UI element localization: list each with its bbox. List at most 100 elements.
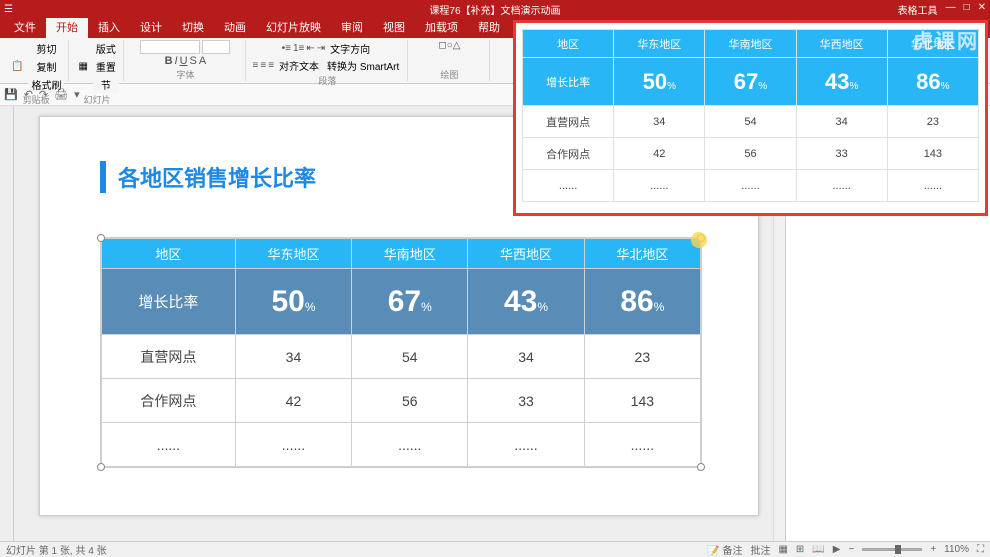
bullets-button[interactable]: •≡ — [282, 43, 291, 54]
indent-dec-button[interactable]: ⇤ — [306, 43, 314, 54]
font-color-button[interactable]: A — [199, 55, 206, 67]
cell[interactable]: 33 — [468, 379, 584, 423]
window-close-icon[interactable]: ✕ — [978, 2, 986, 17]
th-west[interactable]: 华西地区 — [468, 239, 584, 269]
window-min-icon[interactable]: — — [946, 2, 956, 17]
slide-counter[interactable]: 幻灯片 第 1 张, 共 4 张 — [6, 542, 107, 557]
cell-direct-label[interactable]: 直营网点 — [102, 335, 236, 379]
th: 地区 — [523, 30, 614, 58]
copy-button[interactable]: 复制 — [28, 58, 64, 75]
align-left-button[interactable]: ≡ — [253, 60, 259, 71]
cell[interactable]: ...... — [235, 423, 351, 467]
numbering-button[interactable]: 1≡ — [293, 43, 304, 54]
cell[interactable]: 34 — [235, 335, 351, 379]
tab-animations[interactable]: 动画 — [214, 16, 256, 38]
cell: 143 — [887, 138, 978, 170]
resize-handle[interactable] — [97, 234, 105, 242]
resize-handle[interactable] — [97, 463, 105, 471]
reset-button[interactable]: 重置 — [93, 58, 119, 75]
tab-design[interactable]: 设计 — [130, 16, 172, 38]
slide-title[interactable]: 各地区销售增长比率 — [100, 161, 316, 193]
cell[interactable]: ...... — [352, 423, 468, 467]
indent-inc-button[interactable]: ⇥ — [317, 43, 325, 54]
qat-undo-icon[interactable]: ↶ — [24, 88, 33, 101]
cell[interactable]: 56 — [352, 379, 468, 423]
qat-redo-icon[interactable]: ↷ — [39, 88, 48, 101]
cell[interactable]: 34 — [468, 335, 584, 379]
bold-button[interactable]: B — [165, 55, 173, 67]
cell-growth-label[interactable]: 增长比率 — [102, 269, 236, 335]
th-north[interactable]: 华北地区 — [584, 239, 700, 269]
comments-button[interactable]: 批注 — [750, 542, 770, 557]
cell-growth-south[interactable]: 67% — [352, 269, 468, 335]
fit-window-icon[interactable]: ⛶ — [977, 544, 984, 555]
tab-insert[interactable]: 插入 — [88, 16, 130, 38]
cell-partner-label[interactable]: 合作网点 — [102, 379, 236, 423]
view-normal-icon[interactable]: ▦ — [778, 544, 787, 555]
new-slide-button[interactable]: ▦ — [75, 60, 90, 73]
cell: 56 — [705, 138, 796, 170]
zoom-in-button[interactable]: + — [930, 544, 936, 555]
cell-growth-north[interactable]: 86% — [584, 269, 700, 335]
cell[interactable]: ...... — [468, 423, 584, 467]
cell[interactable]: 54 — [352, 335, 468, 379]
tab-home[interactable]: 开始 — [46, 16, 88, 38]
layout-button[interactable]: 版式 — [93, 40, 119, 57]
cell[interactable]: ...... — [584, 423, 700, 467]
zoom-level[interactable]: 110% — [944, 544, 969, 555]
view-sorter-icon[interactable]: ⊞ — [796, 544, 804, 555]
zoom-slider[interactable] — [862, 548, 922, 551]
cell: 50% — [614, 58, 705, 106]
cell[interactable]: 143 — [584, 379, 700, 423]
text-direction-button[interactable]: 文字方向 — [327, 40, 373, 57]
resize-handle[interactable] — [697, 463, 705, 471]
cell-growth-east[interactable]: 50% — [235, 269, 351, 335]
window-max-icon[interactable]: □ — [964, 2, 970, 17]
cell[interactable]: 23 — [584, 335, 700, 379]
qat-print-icon[interactable]: 🖨 — [54, 88, 68, 101]
zoom-out-button[interactable]: − — [848, 544, 854, 555]
overlay-row: 合作网点 42 56 33 143 — [523, 138, 979, 170]
align-center-button[interactable]: ≡ — [260, 60, 266, 71]
overlay-row: 增长比率 50% 67% 43% 86% — [523, 58, 979, 106]
section-button[interactable]: 节 — [93, 76, 119, 93]
shapes-button[interactable]: ◻○△ — [438, 40, 460, 51]
cell: ...... — [796, 170, 887, 202]
window-title: 课程76【补充】文档演示动画 — [429, 2, 560, 17]
cell: 34 — [614, 106, 705, 138]
draw-label: 绘图 — [440, 68, 458, 81]
data-table[interactable]: 地区 华东地区 华南地区 华西地区 华北地区 增长比率 50% 67% 43% … — [100, 237, 702, 468]
tab-view[interactable]: 视图 — [373, 16, 415, 38]
th-east[interactable]: 华东地区 — [235, 239, 351, 269]
font-family-input[interactable] — [140, 40, 200, 54]
strike-button[interactable]: S — [190, 55, 197, 67]
view-slideshow-icon[interactable]: ▶ — [833, 544, 841, 555]
thumbnail-pane[interactable] — [0, 106, 14, 541]
italic-button[interactable]: I — [175, 55, 178, 67]
tab-slideshow[interactable]: 幻灯片放映 — [256, 16, 331, 38]
paste-button[interactable]: 📋 — [8, 60, 26, 73]
th-south[interactable]: 华南地区 — [352, 239, 468, 269]
align-text-button[interactable]: 对齐文本 — [276, 57, 322, 74]
tab-transitions[interactable]: 切换 — [172, 16, 214, 38]
view-reading-icon[interactable]: 📖 — [812, 544, 824, 555]
qat-save-icon[interactable]: 💾 — [4, 88, 18, 101]
font-size-input[interactable] — [202, 40, 230, 54]
cell[interactable]: ...... — [102, 423, 236, 467]
smartart-button[interactable]: 转换为 SmartArt — [324, 57, 402, 74]
table-row-ellipsis: ...... ...... ...... ...... ...... — [102, 423, 701, 467]
menu-icon[interactable]: ☰ — [4, 4, 13, 15]
tab-review[interactable]: 审阅 — [331, 16, 373, 38]
qat-more-icon[interactable]: ▾ — [74, 88, 80, 101]
cell-growth-west[interactable]: 43% — [468, 269, 584, 335]
tab-help[interactable]: 帮助 — [468, 16, 510, 38]
tab-addins[interactable]: 加载项 — [415, 16, 468, 38]
align-right-button[interactable]: ≡ — [268, 60, 274, 71]
tab-file[interactable]: 文件 — [4, 16, 46, 38]
notes-button[interactable]: 📝 备注 — [707, 542, 742, 557]
th-region[interactable]: 地区 — [102, 239, 236, 269]
cell[interactable]: 42 — [235, 379, 351, 423]
table-row-growth: 增长比率 50% 67% 43% 86% — [102, 269, 701, 335]
underline-button[interactable]: U — [180, 55, 188, 67]
cut-button[interactable]: 剪切 — [28, 40, 64, 57]
